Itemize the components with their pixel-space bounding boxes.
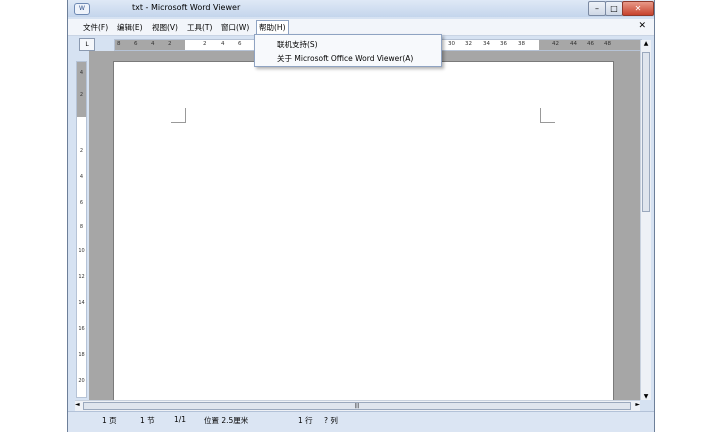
page-corner-mark	[171, 108, 186, 123]
menu-tools[interactable]: 工具(T)	[187, 22, 212, 33]
status-column: ? 列	[324, 416, 338, 425]
document-area[interactable]	[89, 51, 643, 402]
ruler-tick-label: 2	[168, 41, 172, 47]
status-position: 位置 2.5厘米	[204, 416, 249, 425]
ruler-tick-label: 30	[448, 41, 455, 47]
ruler-tick-label: 6	[238, 41, 242, 47]
ruler-tick-label: 42	[552, 41, 559, 47]
ruler-tick-label: 36	[500, 41, 507, 47]
word-app-icon[interactable]: W	[74, 3, 90, 15]
ruler-tick-label: 46	[587, 41, 594, 47]
menu-help[interactable]: 帮助(H)	[256, 20, 289, 34]
ruler-left-margin	[115, 40, 185, 50]
menu-view[interactable]: 视图(V)	[152, 22, 178, 33]
status-page: 1 页	[102, 416, 117, 425]
scroll-right-button[interactable]: ►	[635, 401, 640, 408]
menu-edit[interactable]: 编辑(E)	[117, 22, 143, 33]
horizontal-scrollbar[interactable]: ◄ ||| ►	[75, 400, 640, 411]
vertical-scroll-thumb[interactable]	[642, 52, 650, 212]
document-close-button[interactable]: ✕	[638, 21, 646, 31]
ruler-tick-label: 2	[79, 92, 84, 98]
ruler-tick-label: 16	[78, 326, 85, 332]
menu-about[interactable]: 关于 Microsoft Office Word Viewer(A)	[277, 53, 413, 64]
scroll-up-button[interactable]: ▲	[641, 40, 651, 47]
scroll-left-button[interactable]: ◄	[75, 401, 80, 408]
status-page-count: 1/1	[174, 415, 187, 424]
status-bar: 1 页 1 节 1/1 位置 2.5厘米 1 行 ? 列	[68, 411, 654, 432]
menu-window[interactable]: 窗口(W)	[221, 22, 249, 33]
ruler-tick-label: 4	[79, 70, 84, 76]
menu-file[interactable]: 文件(F)	[83, 22, 108, 33]
ruler-tick-label: 20	[78, 378, 85, 384]
ruler-tick-label: 38	[518, 41, 525, 47]
ruler-tick-label: 44	[570, 41, 577, 47]
minimize-button[interactable]: –	[588, 1, 606, 16]
ruler-tick-label: 14	[78, 300, 85, 306]
ruler-tick-label: 32	[465, 41, 472, 47]
maximize-button[interactable]: □	[605, 1, 623, 16]
ruler-tick-label: 10	[78, 248, 85, 254]
ruler-tick-label: 34	[483, 41, 490, 47]
close-button[interactable]: ✕	[622, 1, 654, 16]
ruler-tick-label: 6	[134, 41, 138, 47]
scroll-down-button[interactable]: ▼	[641, 393, 651, 400]
help-dropdown-menu: 联机支持(S) 关于 Microsoft Office Word Viewer(…	[254, 34, 442, 67]
status-line: 1 行	[298, 416, 313, 425]
vertical-ruler[interactable]: 4 2 2 4 6 8 10 12 14 16 18 20	[76, 61, 87, 398]
vertical-scrollbar[interactable]: ▲ ▼	[640, 40, 651, 400]
ruler-tick-label: 4	[79, 174, 84, 180]
ruler-tick-label: 2	[79, 148, 84, 154]
tab-stop-selector[interactable]: L	[79, 38, 95, 51]
document-page[interactable]	[113, 61, 614, 402]
ruler-tick-label: 8	[117, 41, 121, 47]
ruler-tick-label: 4	[151, 41, 155, 47]
ruler-tick-label: 12	[78, 274, 85, 280]
ruler-tick-label: 8	[79, 224, 84, 230]
title-bar: W txt - Microsoft Word Viewer – □ ✕	[68, 0, 654, 17]
status-section: 1 节	[140, 416, 155, 425]
ruler-tick-label: 2	[203, 41, 207, 47]
ruler-tick-label: 4	[221, 41, 225, 47]
menu-online-support[interactable]: 联机支持(S)	[277, 39, 318, 50]
ruler-tick-label: 18	[78, 352, 85, 358]
ruler-tick-label: 6	[79, 200, 84, 206]
page-corner-mark	[540, 108, 555, 123]
ruler-tick-label: 48	[604, 41, 611, 47]
horizontal-scroll-thumb[interactable]: |||	[83, 402, 631, 410]
window-title: txt - Microsoft Word Viewer	[132, 3, 241, 12]
